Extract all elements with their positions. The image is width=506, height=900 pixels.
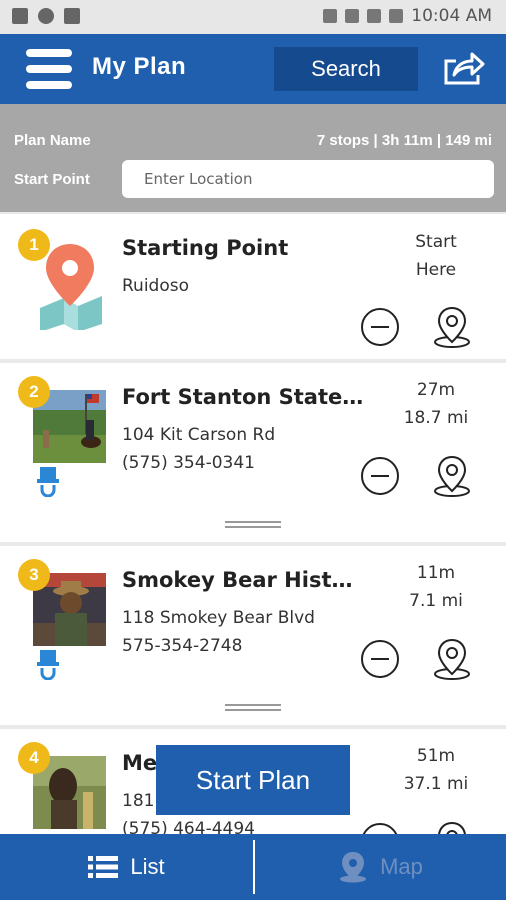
stop-number-badge: 2 bbox=[18, 376, 50, 408]
stop-name: Me bbox=[122, 751, 158, 775]
start-plan-button[interactable]: Start Plan bbox=[156, 745, 350, 815]
stop-name: Fort Stanton State… bbox=[122, 385, 364, 409]
stop-item[interactable]: 3 Smokey Bear Hist… 118 Smokey Bear Blvd… bbox=[0, 546, 506, 725]
app-bar: My Plan Search bbox=[0, 34, 506, 104]
stop-phone[interactable]: (575) 464-4494 bbox=[122, 819, 255, 834]
remove-stop-icon[interactable] bbox=[360, 822, 400, 834]
wifi-icon bbox=[345, 9, 360, 23]
list-icon bbox=[88, 856, 119, 878]
signal-icon bbox=[367, 9, 382, 23]
start-point-label: Start Point bbox=[14, 171, 90, 188]
stop-meta: 51m 37.1 mi bbox=[386, 742, 486, 798]
stop-number-badge: 1 bbox=[18, 229, 50, 261]
stop-meta: 27m 18.7 mi bbox=[386, 376, 486, 432]
image-notification-icon bbox=[12, 8, 28, 24]
stop-address: 118 Smokey Bear Blvd bbox=[122, 608, 315, 628]
location-pin-icon[interactable] bbox=[432, 821, 472, 834]
tab-list[interactable]: List bbox=[0, 834, 253, 900]
app-notification-icon bbox=[64, 8, 80, 24]
plan-stats: 7 stops | 3h 11m | 149 mi bbox=[316, 132, 492, 149]
stop-item[interactable]: 2 Fort Stanton State… 104 Kit Carson Rd … bbox=[0, 363, 506, 542]
share-icon[interactable] bbox=[440, 49, 486, 89]
plan-name-label: Plan Name bbox=[14, 132, 91, 149]
accessibility-icon bbox=[37, 467, 59, 497]
stop-name: Starting Point bbox=[122, 236, 289, 260]
accessibility-icon bbox=[37, 650, 59, 680]
stop-address: 181 bbox=[122, 791, 155, 811]
stop-meta-line2: Here bbox=[415, 260, 457, 280]
page-title: My Plan bbox=[92, 53, 187, 80]
hamburger-menu-icon[interactable] bbox=[26, 49, 72, 89]
stop-phone[interactable]: 575-354-2748 bbox=[122, 636, 242, 656]
status-bar: 10:04 AM bbox=[0, 0, 506, 34]
start-location-input[interactable] bbox=[122, 160, 494, 198]
search-button[interactable]: Search bbox=[274, 47, 418, 91]
stop-meta-line1: Start bbox=[415, 232, 457, 252]
location-pin-icon[interactable] bbox=[432, 638, 472, 680]
stop-travel-time: 27m bbox=[416, 380, 456, 400]
stop-number-badge: 4 bbox=[18, 742, 50, 774]
drag-handle[interactable] bbox=[225, 521, 281, 529]
stop-meta: Start Here bbox=[386, 228, 486, 284]
remove-stop-icon[interactable] bbox=[360, 639, 400, 679]
stop-distance: 37.1 mi bbox=[403, 774, 469, 794]
tab-map[interactable]: Map bbox=[255, 834, 506, 900]
map-pin-icon bbox=[340, 852, 367, 883]
stop-travel-time: 11m bbox=[416, 563, 456, 583]
location-pin-icon[interactable] bbox=[432, 455, 472, 497]
stop-item[interactable]: 1 Starting Point Ruidoso Start Here bbox=[0, 214, 506, 359]
stop-name: Smokey Bear Hist… bbox=[122, 568, 353, 592]
battery-icon bbox=[389, 9, 404, 23]
location-pin-icon[interactable] bbox=[432, 306, 472, 348]
stop-phone[interactable]: (575) 354-0341 bbox=[122, 453, 255, 473]
bottom-nav: List Map bbox=[0, 834, 506, 900]
stop-distance: 18.7 mi bbox=[403, 408, 469, 428]
drag-handle[interactable] bbox=[225, 704, 281, 712]
nfc-icon bbox=[323, 9, 338, 23]
info-notification-icon bbox=[38, 8, 54, 24]
status-time: 10:04 AM bbox=[411, 6, 492, 26]
notification-icons bbox=[12, 8, 80, 24]
stop-number-badge: 3 bbox=[18, 559, 50, 591]
remove-stop-icon[interactable] bbox=[360, 307, 400, 347]
tab-list-label: List bbox=[130, 854, 165, 879]
stop-meta: 11m 7.1 mi bbox=[386, 559, 486, 615]
plan-info-bar: Plan Name 7 stops | 3h 11m | 149 mi Star… bbox=[0, 104, 506, 212]
remove-stop-icon[interactable] bbox=[360, 456, 400, 496]
stop-address: 104 Kit Carson Rd bbox=[122, 425, 276, 445]
system-indicators: 10:04 AM bbox=[323, 6, 492, 26]
stop-address: Ruidoso bbox=[122, 276, 189, 296]
tab-map-label: Map bbox=[380, 854, 423, 879]
stop-distance: 7.1 mi bbox=[409, 591, 463, 611]
stop-travel-time: 51m bbox=[416, 746, 456, 766]
